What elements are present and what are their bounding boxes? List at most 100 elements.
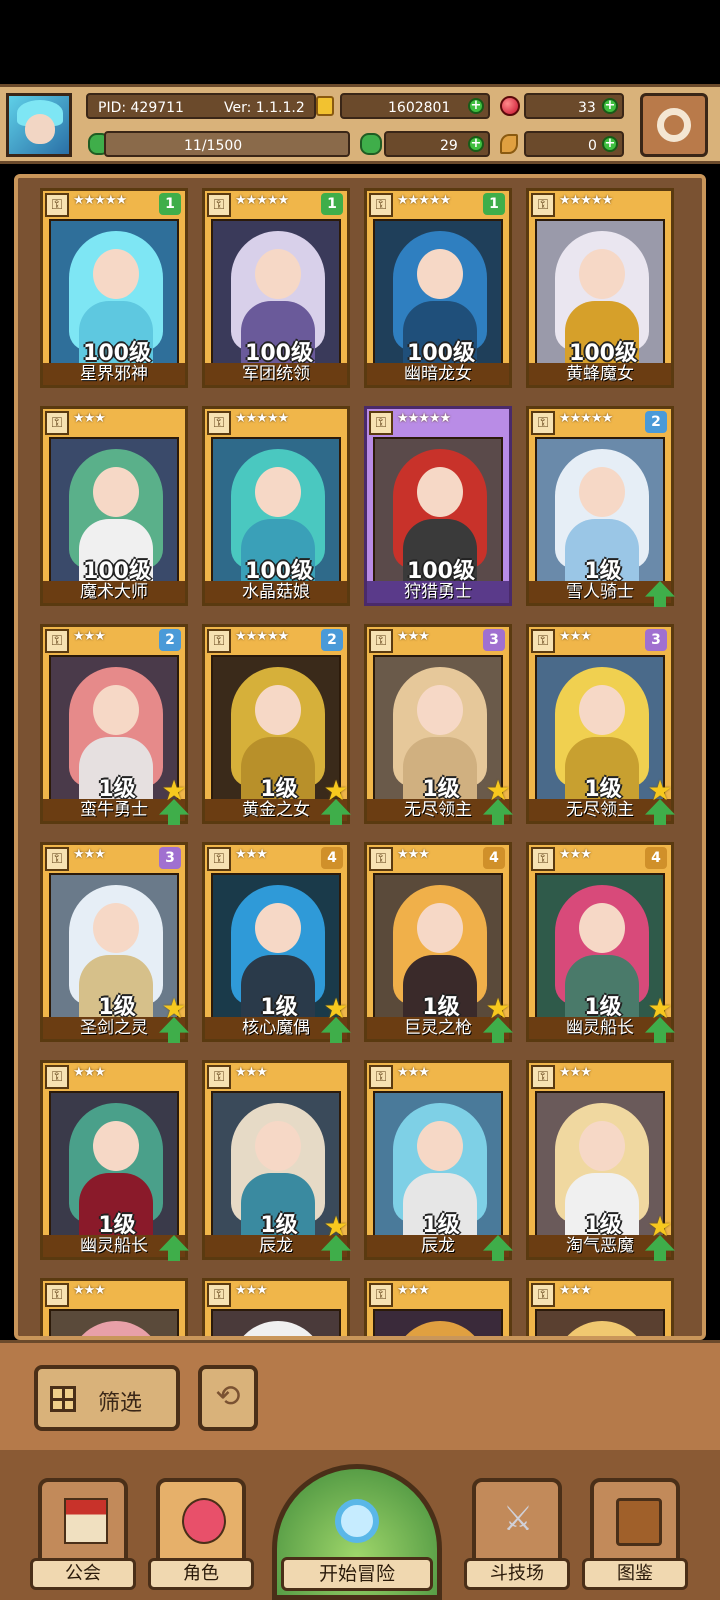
add-gold-button[interactable]: + bbox=[468, 98, 484, 114]
character-card[interactable]: ⚿ ★★★ 1级 辰龙 ★ bbox=[202, 1060, 351, 1261]
book-icon bbox=[616, 1498, 662, 1546]
rarity-stars: ★★★ bbox=[559, 1283, 592, 1298]
portrait-face bbox=[579, 467, 625, 517]
nav-guild[interactable]: 公会 bbox=[30, 1478, 136, 1590]
portrait-face bbox=[255, 903, 301, 953]
character-card[interactable]: ⚿ ★★★ bbox=[364, 1278, 512, 1336]
character-panel: ⚿ ★★★★★ 1 100级 星界邪神 ⚿ ★★★★★ 1 100级 军团统领 ⚿ ★★★★★ 1 100… bbox=[14, 174, 706, 1340]
key-icon: ⚿ bbox=[207, 629, 231, 653]
rarity-stars: ★★★★★ bbox=[397, 193, 451, 208]
settings-button[interactable] bbox=[640, 93, 708, 157]
portrait-face bbox=[417, 467, 463, 517]
gold-amount: 1602801 bbox=[388, 100, 451, 116]
portrait-face bbox=[417, 903, 463, 953]
character-card[interactable]: ⚿ ★★★★★ 2 1级 黄金之女 ★ bbox=[202, 624, 351, 825]
key-icon: ⚿ bbox=[45, 1283, 69, 1307]
rarity-stars: ★★★★★ bbox=[559, 411, 613, 426]
player-avatar[interactable] bbox=[6, 93, 72, 157]
refresh-button[interactable]: ⟲ bbox=[198, 1365, 258, 1431]
key-icon: ⚿ bbox=[531, 1065, 555, 1089]
character-card[interactable]: ⚿ ★★★ 4 1级 核心魔偶 ★ bbox=[202, 842, 351, 1043]
tier-badge: 4 bbox=[321, 847, 343, 869]
rarity-stars: ★★★ bbox=[235, 1065, 268, 1080]
character-card[interactable]: ⚿ ★★★ 4 1级 巨灵之枪 ★ bbox=[364, 842, 513, 1043]
tier-badge: 1 bbox=[483, 193, 505, 215]
ticket-amount: 0 bbox=[588, 138, 597, 154]
character-card[interactable]: ⚿ ★★★ 1级 辰龙 bbox=[364, 1060, 513, 1261]
tier-badge: 4 bbox=[483, 847, 505, 869]
add-clover-button[interactable]: + bbox=[468, 136, 484, 152]
character-card[interactable]: ⚿ ★★★★★ 1 100级 星界邪神 bbox=[40, 188, 188, 388]
pid-version-bar: PID: 429711 Ver: 1.1.1.2 bbox=[86, 93, 316, 119]
character-card[interactable]: ⚿ ★★★★★ 100级 狩猎勇士 bbox=[364, 406, 512, 606]
character-card[interactable]: ⚿ ★★★ 1级 淘气恶魔 ★ bbox=[526, 1060, 675, 1261]
refresh-icon: ⟲ bbox=[215, 1379, 241, 1414]
portrait-hair bbox=[555, 1321, 649, 1336]
key-icon: ⚿ bbox=[369, 193, 393, 217]
tier-badge: 2 bbox=[321, 629, 343, 651]
key-icon: ⚿ bbox=[207, 847, 231, 871]
grid-icon bbox=[50, 1386, 76, 1412]
rarity-stars: ★★★★★ bbox=[235, 629, 289, 644]
tier-badge: 1 bbox=[321, 193, 343, 215]
character-card[interactable]: ⚿ ★★★ 2 1级 蛮牛勇士 ★ bbox=[40, 624, 189, 825]
start-adventure-button[interactable]: 开始冒险 bbox=[272, 1464, 442, 1600]
portrait-face bbox=[255, 1121, 301, 1171]
clover-icon bbox=[360, 133, 382, 155]
rarity-stars: ★★★★★ bbox=[559, 193, 613, 208]
version-text: Ver: 1.1.1.2 bbox=[224, 100, 305, 116]
portrait-face bbox=[579, 903, 625, 953]
character-icon bbox=[182, 1498, 226, 1544]
portrait-face bbox=[255, 685, 301, 735]
character-card[interactable]: ⚿ ★★★★★ 100级 水晶菇娘 bbox=[202, 406, 350, 606]
character-card[interactable]: ⚿ ★★★ bbox=[40, 1278, 188, 1336]
key-icon: ⚿ bbox=[531, 1283, 555, 1307]
rarity-stars: ★★★ bbox=[235, 847, 268, 862]
add-gem-button[interactable]: + bbox=[602, 98, 618, 114]
character-card[interactable]: ⚿ ★★★★★ 1 100级 幽暗龙女 bbox=[364, 188, 512, 388]
gear-icon bbox=[657, 108, 691, 142]
avatar-face bbox=[25, 114, 55, 144]
rarity-stars: ★★★ bbox=[73, 411, 106, 426]
key-icon: ⚿ bbox=[531, 193, 555, 217]
nav-codex[interactable]: 图鉴 bbox=[582, 1478, 688, 1590]
add-ticket-button[interactable]: + bbox=[602, 136, 618, 152]
tier-badge: 2 bbox=[645, 411, 667, 433]
key-icon: ⚿ bbox=[45, 629, 69, 653]
portrait-face bbox=[255, 249, 301, 299]
key-icon: ⚿ bbox=[531, 847, 555, 871]
nav-character-label: 角色 bbox=[148, 1558, 254, 1590]
portrait-hair bbox=[69, 1321, 163, 1336]
key-icon: ⚿ bbox=[207, 193, 231, 217]
filter-button[interactable]: 筛选 bbox=[34, 1365, 180, 1431]
rarity-stars: ★★★ bbox=[559, 629, 592, 644]
rarity-stars: ★★★ bbox=[73, 629, 106, 644]
character-card[interactable]: ⚿ ★★★★★ 100级 黄蜂魔女 bbox=[526, 188, 674, 388]
character-card[interactable]: ⚿ ★★★ 3 1级 无尽领主 ★ bbox=[526, 624, 675, 825]
character-card[interactable]: ⚿ ★★★ 3 1级 圣剑之灵 ★ bbox=[40, 842, 189, 1043]
character-card[interactable]: ⚿ ★★★ 4 1级 幽灵船长 ★ bbox=[526, 842, 675, 1043]
portrait-hair bbox=[393, 1321, 487, 1336]
character-card[interactable]: ⚿ ★★★ 100级 魔术大师 bbox=[40, 406, 188, 606]
portrait-hair bbox=[231, 1321, 325, 1336]
portrait-face bbox=[93, 685, 139, 735]
key-icon: ⚿ bbox=[45, 411, 69, 435]
character-card[interactable]: ⚿ ★★★ bbox=[202, 1278, 350, 1336]
key-icon: ⚿ bbox=[531, 629, 555, 653]
character-name: 黄蜂魔女 bbox=[529, 363, 671, 385]
exp-bar: 11/1500 bbox=[104, 131, 350, 157]
key-icon: ⚿ bbox=[369, 1065, 393, 1089]
nav-character[interactable]: 角色 bbox=[148, 1478, 254, 1590]
character-card[interactable]: ⚿ ★★★ 1级 幽灵船长 bbox=[40, 1060, 189, 1261]
tier-badge: 1 bbox=[159, 193, 181, 215]
character-portrait bbox=[211, 1309, 341, 1336]
character-card[interactable]: ⚿ ★★★ 3 1级 无尽领主 ★ bbox=[364, 624, 513, 825]
character-card[interactable]: ⚿ ★★★★★ 1 100级 军团统领 bbox=[202, 188, 350, 388]
nav-arena[interactable]: ⚔ 斗技场 bbox=[464, 1478, 570, 1590]
rarity-stars: ★★★★★ bbox=[73, 193, 127, 208]
rarity-stars: ★★★ bbox=[559, 847, 592, 862]
character-card[interactable]: ⚿ ★★★ bbox=[526, 1278, 674, 1336]
tier-badge: 4 bbox=[645, 847, 667, 869]
rarity-stars: ★★★ bbox=[397, 847, 430, 862]
character-card[interactable]: ⚿ ★★★★★ 2 1级 雪人骑士 bbox=[526, 406, 675, 607]
